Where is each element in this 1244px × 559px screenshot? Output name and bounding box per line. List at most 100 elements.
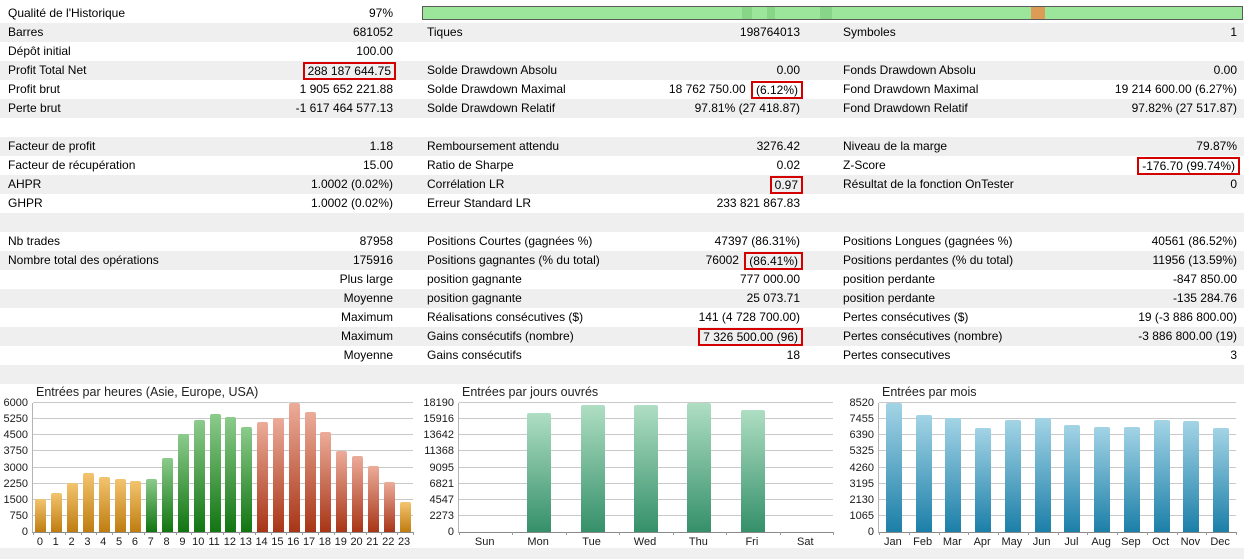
stat-value: 18 762 750.00 (6.12%) bbox=[669, 80, 803, 99]
x-axis-tick bbox=[938, 532, 940, 535]
gridline bbox=[879, 402, 1236, 403]
x-axis-tick bbox=[159, 532, 161, 535]
stats-cell: Qualité de l'Historique 97% bbox=[0, 4, 395, 23]
stat-value: 87958 bbox=[359, 234, 393, 248]
stats-cell: Z-Score -176.70 (99.74%) bbox=[843, 156, 1244, 175]
x-axis-label: Sep bbox=[1121, 536, 1141, 548]
stat-label: Niveau de la marge bbox=[843, 139, 948, 153]
stat-value: 0.00 bbox=[776, 63, 800, 77]
stat-value: Moyenne bbox=[343, 291, 393, 305]
x-axis-tick bbox=[64, 532, 66, 535]
stat-value: Maximum bbox=[340, 310, 393, 324]
stat-label: Ratio de Sharpe bbox=[427, 158, 514, 172]
x-axis-tick bbox=[365, 532, 367, 535]
stat-label: position perdante bbox=[843, 272, 936, 286]
stat-value: Maximum bbox=[340, 329, 393, 343]
stat-value: -176.70 (99.74%) bbox=[1135, 156, 1240, 175]
stat-value: 18 bbox=[786, 348, 800, 362]
bar-Thu bbox=[687, 403, 712, 532]
bar-Mar bbox=[945, 418, 962, 532]
stat-value: 7 326 500.00 (96) bbox=[696, 327, 803, 346]
stats-row: Profit Total Net 288 187 644.75 Solde Draw… bbox=[0, 61, 1244, 80]
x-axis-label: 18 bbox=[318, 536, 332, 548]
bar-3 bbox=[82, 473, 94, 532]
y-axis-label: 0 bbox=[21, 526, 28, 538]
stat-label: Erreur Standard LR bbox=[427, 196, 532, 210]
stat-label: Fonds Drawdown Absolu bbox=[843, 63, 976, 77]
stat-label: Nombre total des opérations bbox=[8, 253, 159, 267]
bar-2 bbox=[67, 483, 79, 532]
x-axis-label: 4 bbox=[100, 536, 107, 548]
stat-value: 19 214 600.00 (6.27%) bbox=[1114, 82, 1237, 96]
chart-title: Entrées par heures (Asie, Europe, USA) bbox=[36, 385, 259, 399]
y-axis-label: 13642 bbox=[423, 429, 454, 442]
bar-18 bbox=[320, 432, 332, 532]
stats-cell: Pertes consécutives (nombre) -3 886 800.0… bbox=[843, 327, 1244, 346]
x-axis-tick bbox=[833, 532, 834, 535]
stats-row: Maximum Réalisations consécutives ($) 141 … bbox=[0, 308, 1244, 327]
bar-Mon bbox=[527, 413, 552, 532]
stats-cell: Réalisations consécutives ($) 141 (4 728 … bbox=[427, 308, 802, 327]
x-axis-tick bbox=[1027, 532, 1029, 535]
stats-cell bbox=[0, 365, 395, 384]
stats-cell bbox=[427, 213, 802, 232]
stats-cell: Barres 681052 bbox=[0, 23, 395, 42]
stats-cell: Facteur de récupération 15.00 bbox=[0, 156, 395, 175]
stat-value: 0 bbox=[1230, 177, 1237, 191]
stats-row bbox=[0, 213, 1244, 232]
y-axis-label: 9095 bbox=[429, 461, 454, 474]
stat-label: Fond Drawdown Maximal bbox=[843, 82, 979, 96]
stat-value: 40561 (86.52%) bbox=[1151, 234, 1237, 248]
x-axis-label: Nov bbox=[1180, 536, 1201, 548]
chart-title: Entrées par jours ouvrés bbox=[462, 385, 599, 399]
stats-cell: position gagnante 25 073.71 bbox=[427, 289, 802, 308]
stat-value: 97% bbox=[368, 6, 393, 20]
footer-strip bbox=[0, 548, 1244, 559]
stat-label: Facteur de récupération bbox=[8, 158, 136, 172]
stats-cell: Moyenne bbox=[0, 346, 395, 365]
stat-value: 288 187 644.75 bbox=[301, 61, 396, 80]
y-axis-label: 1500 bbox=[3, 493, 28, 506]
stat-value: -135 284.76 bbox=[1172, 291, 1237, 305]
y-axis-label: 6000 bbox=[3, 397, 28, 409]
stat-label: Résultat de la fonction OnTester bbox=[843, 177, 1014, 191]
x-axis-label: Thu bbox=[688, 536, 708, 548]
stats-cell: position perdante -135 284.76 bbox=[843, 289, 1244, 308]
stats-cell: Plus large bbox=[0, 270, 395, 289]
stats-cell: Résultat de la fonction OnTester 0 bbox=[843, 175, 1244, 194]
x-axis-tick bbox=[879, 532, 880, 535]
stat-label: Positions Courtes (gagnées %) bbox=[427, 234, 593, 248]
x-axis-tick bbox=[270, 532, 272, 535]
stats-cell: Ratio de Sharpe 0.02 bbox=[427, 156, 802, 175]
stat-value: 97.81% (27 418.87) bbox=[694, 101, 800, 115]
stats-row: Moyenne position gagnante 25 073.71 positio… bbox=[0, 289, 1244, 308]
stats-cell: Fond Drawdown Relatif 97.82% (27 517.87) bbox=[843, 99, 1244, 118]
bar-21 bbox=[367, 466, 379, 532]
bar-7 bbox=[146, 479, 158, 532]
stat-value: 175916 bbox=[352, 253, 393, 267]
bar-Fri bbox=[740, 410, 765, 532]
y-axis-label: 2250 bbox=[3, 477, 28, 490]
highlight-box: (86.41%) bbox=[744, 252, 803, 270]
stat-value: 97.82% (27 517.87) bbox=[1131, 101, 1237, 115]
stats-cell bbox=[427, 365, 802, 384]
bar-Sep bbox=[1123, 427, 1140, 532]
stats-cell: Niveau de la marge 79.87% bbox=[843, 137, 1244, 156]
stats-row bbox=[0, 118, 1244, 137]
y-axis-label: 750 bbox=[9, 509, 28, 522]
stat-value: 0.02 bbox=[776, 158, 800, 172]
stat-value: -3 886 800.00 (19) bbox=[1138, 329, 1237, 343]
chart-plot bbox=[878, 402, 1237, 535]
bar-22 bbox=[383, 482, 395, 532]
x-axis-label: 5 bbox=[116, 536, 123, 548]
x-axis-tick bbox=[175, 532, 177, 535]
y-axis-label: 3195 bbox=[849, 477, 874, 490]
x-axis-tick bbox=[48, 532, 50, 535]
x-axis-tick bbox=[254, 532, 256, 535]
x-axis-tick bbox=[1236, 532, 1237, 535]
highlight-box: 0.97 bbox=[769, 176, 803, 194]
stat-label: Pertes consecutives bbox=[843, 348, 951, 362]
stats-cell bbox=[843, 365, 1244, 384]
x-axis-label: Wed bbox=[633, 536, 657, 548]
stat-value: 0.00 bbox=[1213, 63, 1237, 77]
